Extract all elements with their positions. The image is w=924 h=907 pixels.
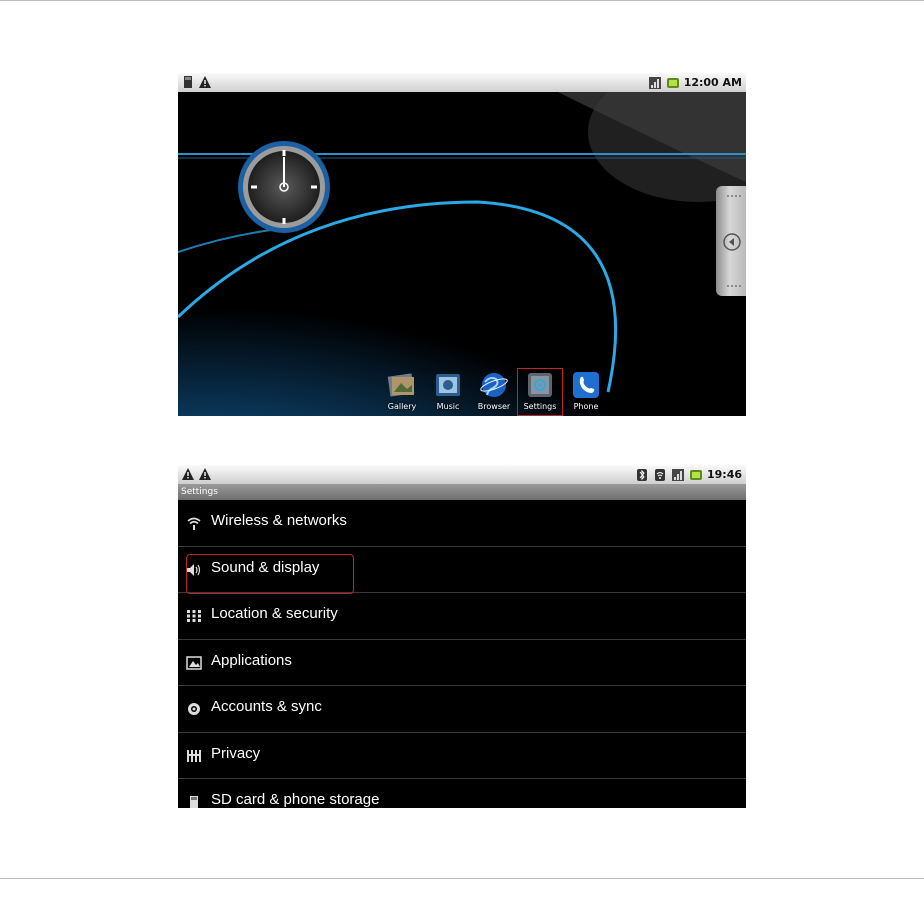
music-icon (436, 374, 460, 396)
signal-icon (671, 468, 684, 481)
phone-icon (573, 372, 599, 398)
settings-screen: 19:46 Settings Wireless & networks Sound… (178, 465, 746, 808)
dock-item-music[interactable]: Music (425, 368, 471, 416)
battery-icon (666, 77, 679, 88)
gallery-icon (387, 373, 415, 397)
signal-icon (648, 76, 661, 89)
warning-icon (182, 468, 194, 480)
status-bar: 19:46 (178, 465, 746, 484)
dock-item-phone[interactable]: Phone (563, 368, 609, 416)
status-time: 19:46 (706, 468, 742, 481)
speaker-icon (187, 563, 201, 576)
settings-item-applications[interactable]: Applications (178, 640, 746, 686)
wifi-icon (654, 468, 665, 481)
dock-item-browser[interactable]: Browser (471, 368, 517, 416)
settings-item-location-security[interactable]: Location & security (178, 593, 746, 640)
applications-icon (186, 655, 202, 670)
status-bar: 12:00 AM (178, 73, 746, 92)
settings-item-wireless-networks[interactable]: Wireless & networks (178, 500, 746, 547)
home-screen: 12:00 AM Gallery Music Browser Settings … (178, 73, 746, 416)
warning-icon (199, 76, 211, 88)
page-bottom-rule (0, 878, 924, 879)
sd-card-icon (184, 76, 192, 88)
browser-icon (480, 373, 508, 397)
status-time: 12:00 AM (683, 76, 742, 89)
settings-list: Wireless & networks Sound & display Loca… (178, 500, 746, 808)
dock-item-settings[interactable]: Settings (517, 368, 563, 416)
settings-title-bar: Settings (178, 484, 746, 500)
settings-item-sound-display[interactable]: Sound & display (178, 547, 746, 593)
dock-item-gallery[interactable]: Gallery (379, 368, 425, 416)
wifi-icon (187, 517, 201, 530)
settings-icon (528, 373, 552, 397)
grid-dots-icon (187, 610, 201, 622)
settings-item-sd-card-storage[interactable]: SD card & phone storage (178, 779, 746, 808)
sync-icon (188, 703, 200, 715)
privacy-icon (187, 749, 201, 762)
sd-card-icon (190, 796, 198, 808)
app-drawer-handle[interactable] (716, 186, 746, 296)
dock: Gallery Music Browser Settings Phone (379, 368, 609, 416)
page-top-rule (0, 0, 924, 1)
warning-icon (199, 468, 211, 480)
settings-item-accounts-sync[interactable]: Accounts & sync (178, 686, 746, 733)
bluetooth-icon (636, 468, 647, 481)
settings-item-privacy[interactable]: Privacy (178, 733, 746, 779)
battery-icon (689, 469, 702, 480)
